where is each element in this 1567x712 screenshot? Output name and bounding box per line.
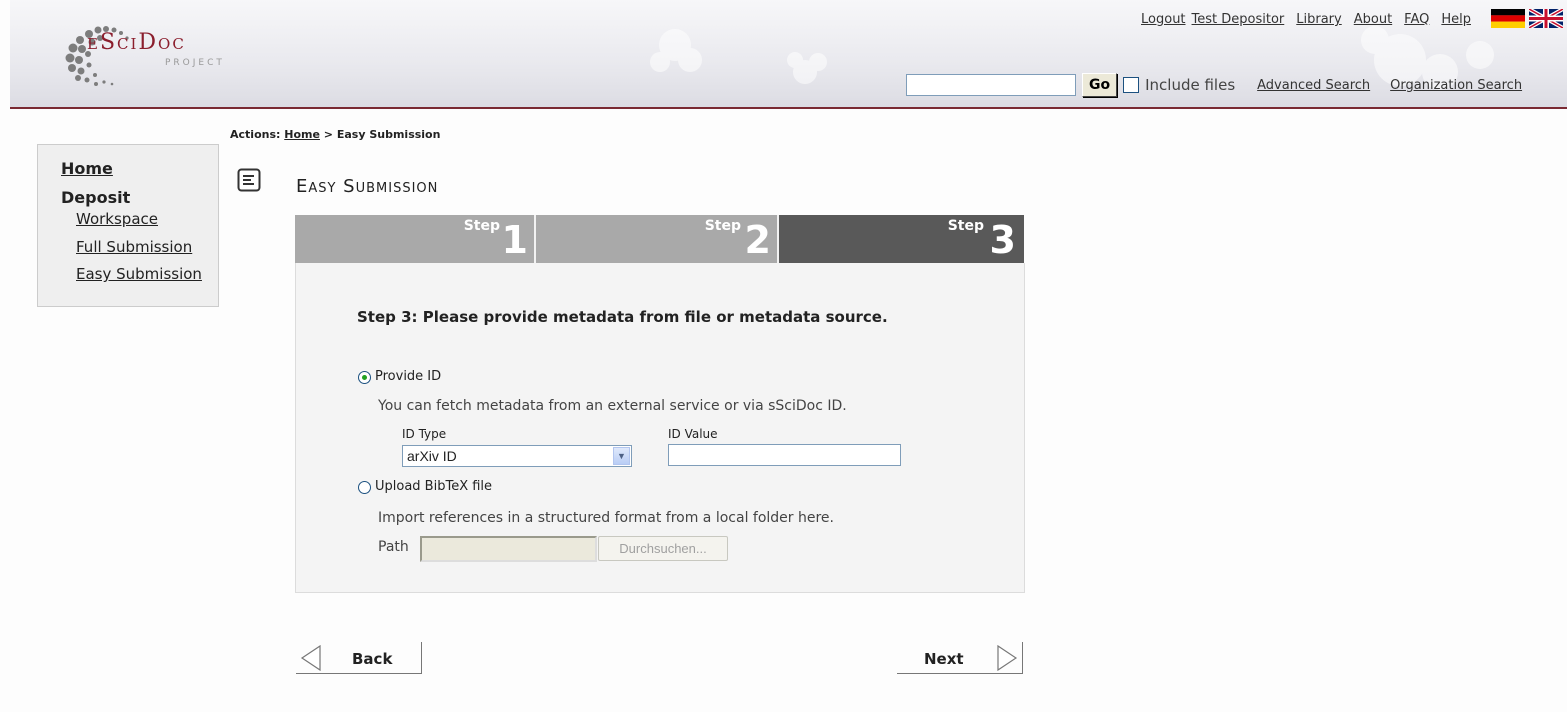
browse-button[interactable]: Durchsuchen... <box>598 536 728 561</box>
search-input[interactable] <box>906 74 1076 96</box>
help-link[interactable]: Help <box>1441 12 1471 27</box>
provide-id-radio[interactable] <box>358 371 371 384</box>
header: eSciDoc PROJECT Logout Test Depositor Li… <box>10 0 1567 109</box>
submission-form-panel: Step 3: Please provide metadata from fil… <box>295 263 1025 593</box>
breadcrumb: Actions: Home > Easy Submission <box>230 128 440 141</box>
library-link[interactable]: Library <box>1296 12 1341 27</box>
language-flags <box>1491 9 1563 28</box>
page-document-icon[interactable] <box>237 168 261 192</box>
id-type-label: ID Type <box>402 427 447 441</box>
sidebar-item-easy-submission[interactable]: Easy Submission <box>76 265 202 283</box>
back-button[interactable]: Back <box>296 642 422 674</box>
uk-flag-icon[interactable] <box>1529 9 1563 28</box>
about-link[interactable]: About <box>1354 12 1392 27</box>
id-value-input[interactable] <box>668 444 901 466</box>
breadcrumb-separator: > <box>323 128 333 141</box>
sidebar-section-deposit: Deposit <box>61 188 131 207</box>
step-1: Step 1 <box>295 215 536 263</box>
sidebar: Home Deposit Workspace Full Submission E… <box>37 144 219 307</box>
path-label: Path <box>378 539 409 555</box>
logo-text: eSciDoc <box>87 30 186 55</box>
provide-id-description: You can fetch metadata from an external … <box>378 398 847 414</box>
user-link[interactable]: Test Depositor <box>1192 12 1285 27</box>
go-button[interactable]: Go <box>1082 73 1118 97</box>
step-2-label: Step <box>704 218 741 234</box>
step-1-number: 1 <box>501 218 528 262</box>
organization-search-link[interactable]: Organization Search <box>1390 78 1522 93</box>
next-button-label: Next <box>924 650 964 668</box>
upload-bibtex-label[interactable]: Upload BibTeX file <box>375 479 492 494</box>
provide-id-label[interactable]: Provide ID <box>375 369 441 384</box>
step-2: Step 2 <box>536 215 779 263</box>
upload-bibtex-description: Import references in a structured format… <box>378 510 834 526</box>
sidebar-item-workspace[interactable]: Workspace <box>76 210 158 228</box>
upload-bibtex-radio[interactable] <box>358 481 371 494</box>
logout-link[interactable]: Logout <box>1141 12 1186 27</box>
step-3-label: Step <box>947 218 984 234</box>
back-button-label: Back <box>352 650 393 668</box>
step-indicator: Step 1 Step 2 Step 3 <box>295 215 1024 263</box>
search-bar: Go Include files Advanced Search Organiz… <box>906 72 1522 98</box>
breadcrumb-current: Easy Submission <box>336 128 441 141</box>
include-files-checkbox[interactable] <box>1123 77 1140 93</box>
id-type-selected-value: arXiv ID <box>407 448 457 464</box>
step-3-number: 3 <box>989 218 1016 262</box>
step-1-label: Step <box>463 218 500 234</box>
breadcrumb-home-link[interactable]: Home <box>284 128 320 141</box>
step-2-number: 2 <box>744 218 771 262</box>
id-value-label: ID Value <box>668 427 718 441</box>
sidebar-item-home[interactable]: Home <box>61 159 113 178</box>
logo-subtitle: PROJECT <box>165 58 225 68</box>
next-button[interactable]: Next <box>897 642 1023 674</box>
advanced-search-link[interactable]: Advanced Search <box>1257 78 1370 93</box>
step-heading: Step 3: Please provide metadata from fil… <box>357 308 888 326</box>
id-type-select[interactable]: arXiv ID ▼ <box>402 445 632 467</box>
arrow-right-icon <box>997 645 1018 671</box>
include-files-label: Include files <box>1145 76 1236 94</box>
chevron-down-icon[interactable]: ▼ <box>613 447 630 465</box>
breadcrumb-prefix: Actions: <box>230 128 281 141</box>
page-title: Easy Submission <box>296 176 439 197</box>
step-3-active: Step 3 <box>779 215 1024 263</box>
path-input[interactable] <box>420 536 597 562</box>
german-flag-icon[interactable] <box>1491 9 1525 28</box>
faq-link[interactable]: FAQ <box>1404 12 1429 27</box>
top-navigation: Logout Test Depositor Library About FAQ … <box>1129 12 1471 27</box>
arrow-left-icon <box>300 645 321 671</box>
sidebar-item-full-submission[interactable]: Full Submission <box>76 238 192 256</box>
